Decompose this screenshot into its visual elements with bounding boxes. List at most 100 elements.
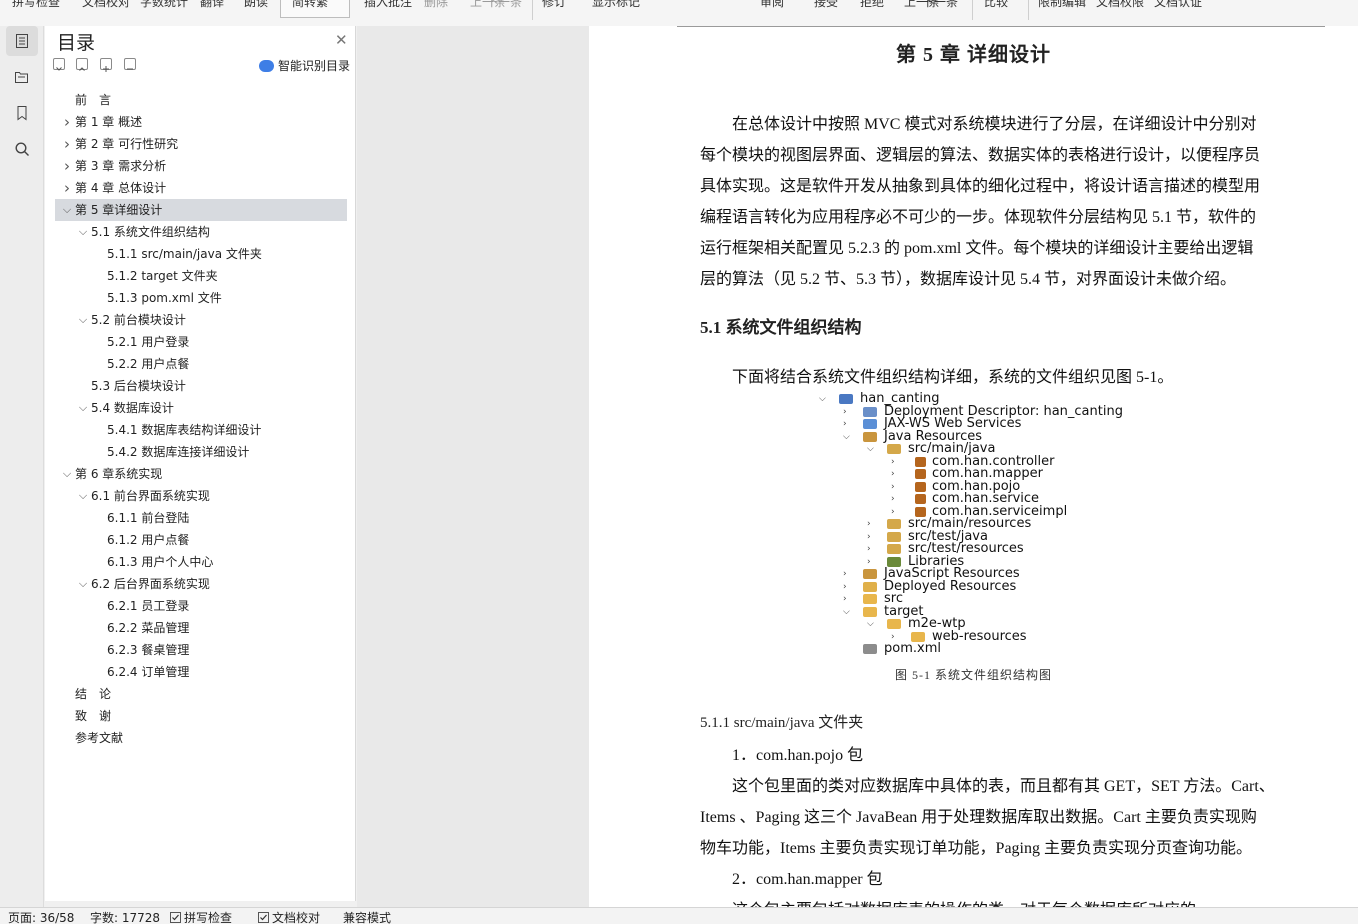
outline-item[interactable]: 5.1.3 pom.xml 文件	[55, 287, 347, 309]
page-indicator[interactable]: 页面: 36/58	[8, 909, 74, 924]
outline-nav-button[interactable]	[6, 26, 38, 56]
outline-item[interactable]: 6.1.2 用户点餐	[55, 529, 347, 551]
outline-item[interactable]: ⌵ 6.2 后台界面系统实现	[55, 573, 347, 595]
chevron-right-icon[interactable]: ›	[60, 155, 74, 177]
outline-item[interactable]: 6.2.2 菜品管理	[55, 617, 347, 639]
package-icon	[915, 469, 926, 479]
show-markup-button[interactable]: 显示标记	[592, 0, 640, 10]
webservice-icon	[863, 419, 877, 429]
outline-item[interactable]: 5.2.1 用户登录	[55, 331, 347, 353]
reject-button[interactable]: 拒绝	[860, 0, 884, 10]
outline-item-label: 5.2 前台模块设计	[91, 313, 186, 327]
outline-item[interactable]: 6.2.3 餐桌管理	[55, 639, 347, 661]
next-change-button[interactable]: 下一条	[922, 0, 958, 10]
outline-item-label: 5.1 系统文件组织结构	[91, 225, 210, 239]
outline-item[interactable]: 致 谢	[55, 705, 347, 727]
chevron-right-icon: ›	[867, 544, 871, 554]
spell-check-toggle[interactable]: 拼写检查	[170, 909, 232, 924]
remove-heading-icon[interactable]	[124, 58, 136, 70]
outline-item[interactable]: 结 论	[55, 683, 347, 705]
outline-item[interactable]: 参考文献	[55, 727, 347, 749]
outline-item[interactable]: 前 言	[55, 89, 347, 111]
outline-item[interactable]: 5.4.1 数据库表结构详细设计	[55, 419, 347, 441]
outline-item[interactable]: 5.3 后台模块设计	[55, 375, 347, 397]
outline-item[interactable]: 6.2.4 订单管理	[55, 661, 347, 683]
check-icon	[170, 912, 181, 923]
compare-button[interactable]: 比较	[984, 0, 1008, 10]
delete-comment-button[interactable]: 删除	[424, 0, 448, 10]
outline-item[interactable]: › 第 2 章 可行性研究	[55, 133, 347, 155]
accept-button[interactable]: 接受	[814, 0, 838, 10]
smart-outline-button[interactable]: 智能识别目录	[259, 57, 350, 74]
outline-item[interactable]: › 第 3 章 需求分析	[55, 155, 347, 177]
next-comment-button[interactable]: 下一条	[486, 0, 522, 10]
outline-item[interactable]: ⌵ 第 5 章详细设计	[55, 199, 347, 221]
chevron-down-icon[interactable]: ⌵	[76, 309, 90, 331]
outline-item-label: 第 1 章 概述	[75, 115, 143, 129]
doc-auth-button[interactable]: 文档认证	[1154, 0, 1202, 10]
insert-comment-button[interactable]: 插入批注	[364, 0, 412, 10]
outline-item[interactable]: 5.1.1 src/main/java 文件夹	[55, 243, 347, 265]
word-count-button[interactable]: 字数统计	[140, 0, 188, 10]
outline-item-label: 5.1.1 src/main/java 文件夹	[107, 247, 262, 261]
chevron-down-icon[interactable]: ⌵	[76, 221, 90, 243]
chapter-nav-button[interactable]	[6, 62, 38, 92]
outline-item-label: 6.1.2 用户点餐	[107, 533, 190, 547]
outline-item[interactable]: › 第 1 章 概述	[55, 111, 347, 133]
outline-item[interactable]: 6.1.1 前台登陆	[55, 507, 347, 529]
package-icon	[915, 506, 926, 517]
convert-button[interactable]: 简转繁	[292, 0, 328, 10]
add-heading-icon[interactable]	[100, 58, 112, 72]
package-icon	[915, 456, 926, 467]
subsection-heading: 5.1.1 src/main/java 文件夹	[700, 715, 864, 731]
chevron-down-icon[interactable]: ⌵	[76, 397, 90, 419]
collapse-all-icon[interactable]	[53, 58, 65, 71]
review-button[interactable]: 审阅	[760, 0, 784, 10]
read-aloud-button[interactable]: 朗读	[244, 0, 268, 10]
restrict-edit-button[interactable]: 限制编辑	[1038, 0, 1086, 10]
outline-item-label: 6.2.1 员工登录	[107, 599, 190, 613]
chevron-down-icon[interactable]: ⌵	[76, 485, 90, 507]
proofread-toggle[interactable]: 文档校对	[258, 909, 320, 924]
translate-button[interactable]: 翻译	[200, 0, 224, 10]
chevron-right-icon[interactable]: ›	[60, 111, 74, 133]
word-count[interactable]: 字数: 17728	[90, 909, 160, 924]
outline-item-label: 第 6 章系统实现	[75, 467, 163, 481]
outline-item[interactable]: ⌵ 第 6 章系统实现	[55, 463, 347, 485]
java-resources-icon	[863, 431, 877, 442]
outline-item[interactable]: ⌵ 5.4 数据库设计	[55, 397, 347, 419]
outline-item[interactable]: 5.4.2 数据库连接详细设计	[55, 441, 347, 463]
outline-item[interactable]: 6.1.3 用户个人中心	[55, 551, 347, 573]
chapter-title: 第 5 章 详细设计	[896, 44, 1051, 66]
descriptor-icon	[863, 406, 877, 417]
proofread-label: 文档校对	[272, 911, 321, 924]
xml-file-icon	[863, 644, 877, 654]
tree-node-label: Deployed Resources	[884, 578, 1017, 594]
chevron-down-icon[interactable]: ⌵	[76, 573, 90, 595]
track-changes-button[interactable]: 修订	[542, 0, 566, 10]
doc-permission-button[interactable]: 文档权限	[1096, 0, 1144, 10]
chevron-down-icon[interactable]: ⌵	[60, 199, 74, 221]
close-icon[interactable]: ✕	[335, 31, 348, 49]
outline-item[interactable]: › 第 4 章 总体设计	[55, 177, 347, 199]
outline-item[interactable]: ⌵ 5.2 前台模块设计	[55, 309, 347, 331]
folder-icon	[911, 631, 925, 642]
outline-item[interactable]: 6.2.1 员工登录	[55, 595, 347, 617]
search-nav-button[interactable]	[6, 134, 38, 164]
outline-item[interactable]: 5.2.2 用户点餐	[55, 353, 347, 375]
outline-item[interactable]: 5.1.2 target 文件夹	[55, 265, 347, 287]
spell-check-button[interactable]: 拼写检查	[12, 0, 60, 10]
bookmark-nav-button[interactable]	[6, 98, 38, 128]
proofread-button[interactable]: 文档校对	[82, 0, 130, 10]
outline-item[interactable]: ⌵ 6.1 前台界面系统实现	[55, 485, 347, 507]
chevron-right-icon[interactable]: ›	[60, 133, 74, 155]
smart-outline-label: 智能识别目录	[278, 59, 351, 73]
header-rule	[677, 26, 1325, 27]
chevron-right-icon[interactable]: ›	[60, 177, 74, 199]
paragraph-line: 下面将结合系统文件组织结构详细，系统的文件组织见图 5-1。	[700, 369, 1174, 386]
chevron-down-icon: ⌵	[843, 606, 850, 617]
chevron-down-icon[interactable]: ⌵	[60, 463, 74, 485]
document-page[interactable]: 第 5 章 详细设计 在总体设计中按照 MVC 模式对系统模块进行了分层，在详细…	[589, 26, 1358, 907]
outline-item[interactable]: ⌵ 5.1 系统文件组织结构	[55, 221, 347, 243]
expand-up-icon[interactable]	[76, 58, 88, 71]
